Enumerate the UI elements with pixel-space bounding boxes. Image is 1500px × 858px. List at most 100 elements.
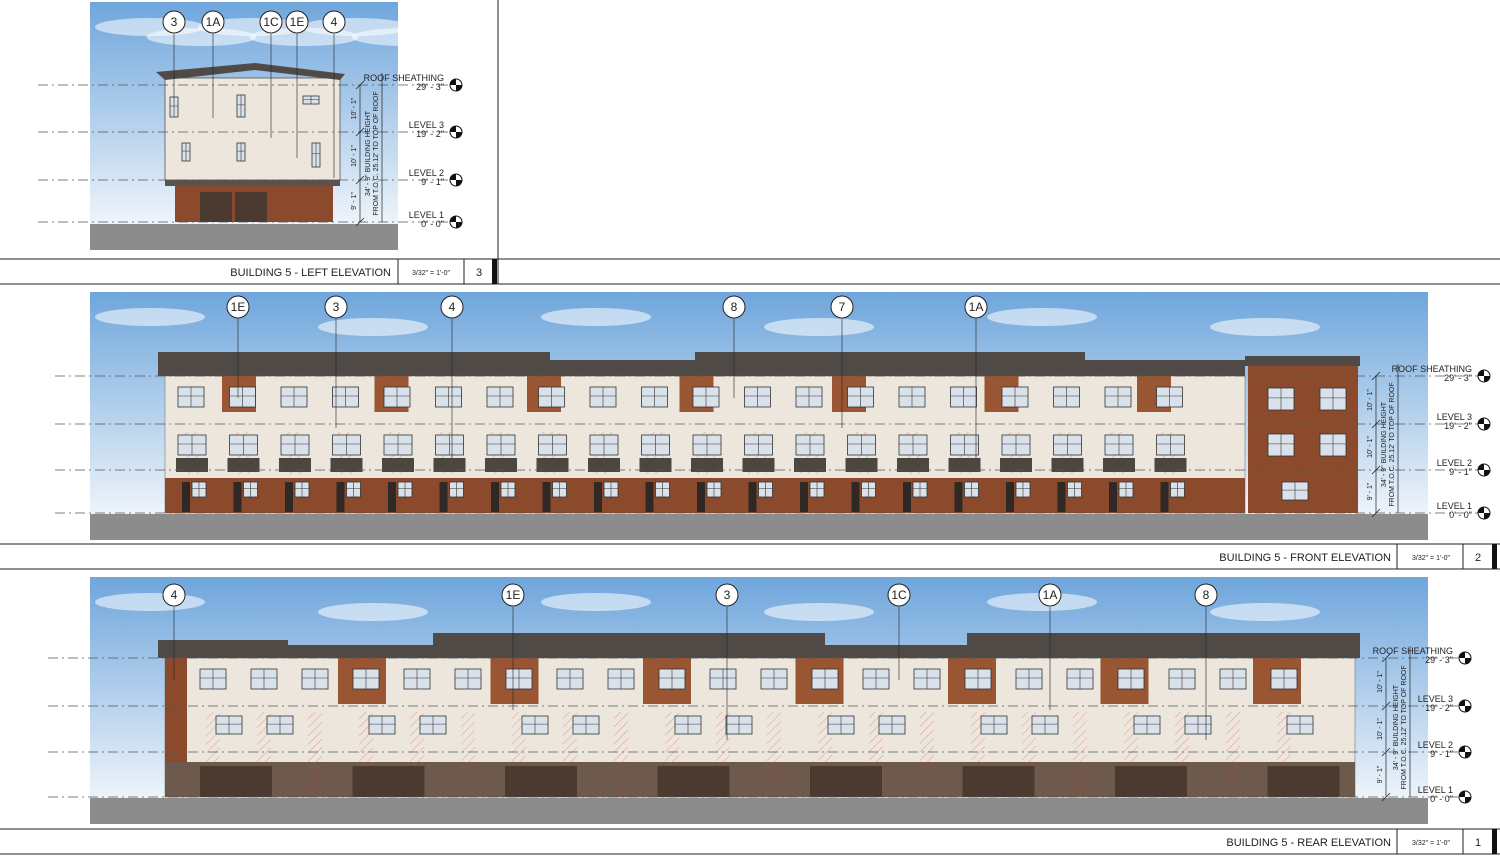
roof-segment <box>1085 360 1245 376</box>
height-note: FROM T.O.C. 25.12' TO TOP OF ROOF <box>1389 382 1396 506</box>
keynote-tag-label: 1E <box>290 15 305 29</box>
cloud <box>764 603 874 621</box>
hatch-panel <box>461 712 475 796</box>
entry-door <box>285 482 293 512</box>
keynote-tag-label: 4 <box>449 300 456 314</box>
dimension-text: 10' - 1" <box>1377 718 1384 740</box>
title-bar-marker <box>492 259 497 284</box>
hatch-panel <box>614 712 628 796</box>
view-title: BUILDING 5 - FRONT ELEVATION <box>1219 552 1391 564</box>
garage-door <box>200 766 272 797</box>
keynote-tag-label: 1A <box>1043 588 1058 602</box>
entry-door <box>1109 482 1117 512</box>
view-scale: 3/32" = 1'-0" <box>1412 840 1451 847</box>
view-number: 1 <box>1475 837 1481 849</box>
cloud <box>764 318 874 336</box>
level-elevation: 29' - 3" <box>1444 373 1472 383</box>
height-note: 34' - 9" BUILDING HEIGHT <box>1393 684 1400 770</box>
garage-door <box>505 766 577 797</box>
ground <box>90 514 1428 540</box>
entry-door <box>388 482 396 512</box>
height-note: 34' - 9" BUILDING HEIGHT <box>365 110 372 196</box>
level-elevation: 0' - 0" <box>1430 794 1453 804</box>
roof-segment <box>158 352 550 376</box>
hatch-panel <box>1226 712 1240 796</box>
entry-door <box>645 482 654 512</box>
level-elevation: 29' - 3" <box>1425 655 1453 665</box>
cloud <box>95 593 205 611</box>
keynote-tag-label: 4 <box>331 15 338 29</box>
view-scale: 3/32" = 1'-0" <box>1412 555 1451 562</box>
roof-segment <box>1245 356 1360 366</box>
entry-door <box>800 482 808 512</box>
left-elevation-drawing: 3 1A 1C 1E 4ROOF SHEATHING29' - 3"LEVEL 319'… <box>38 2 463 250</box>
entry-door <box>336 482 345 512</box>
entry-door <box>697 482 705 512</box>
view-title: BUILDING 5 - LEFT ELEVATION <box>230 267 391 279</box>
rear-elevation-title-block: BUILDING 5 - REAR ELEVATION 3/32" = 1'-0… <box>1226 837 1481 849</box>
view-number: 3 <box>476 267 482 279</box>
entry-door <box>182 482 190 512</box>
garage-door <box>810 766 882 797</box>
entry-door <box>233 482 242 512</box>
level-elevation: 9' - 1" <box>421 177 444 187</box>
cloud <box>1210 318 1320 336</box>
level-elevation: 0' - 0" <box>1449 510 1472 520</box>
roof-segment <box>967 633 1360 658</box>
entry-door <box>903 482 911 512</box>
keynote-tag-label: 1A <box>206 15 221 29</box>
entry-door <box>439 482 448 512</box>
dimension-text: 10' - 1" <box>351 145 358 167</box>
height-note: 34' - 9" BUILDING HEIGHT <box>1381 401 1388 487</box>
entry-door <box>542 482 551 512</box>
cloud <box>987 308 1097 326</box>
ground <box>90 798 1428 824</box>
keynote-tag-label: 7 <box>839 300 846 314</box>
entry-door <box>1057 482 1066 512</box>
roof-segment <box>695 352 1085 376</box>
entry-door <box>954 482 963 512</box>
hatch-panel <box>1073 712 1087 796</box>
dimension-text: 10' - 1" <box>1377 671 1384 693</box>
dimension-text: 9' - 1" <box>1377 765 1384 783</box>
title-bar-marker <box>1492 544 1497 569</box>
dimension-text: 10' - 1" <box>1367 436 1374 458</box>
roof-segment <box>825 645 967 658</box>
keynote-tag-label: 8 <box>1203 588 1210 602</box>
cloud <box>1210 603 1320 621</box>
level-elevation: 0' - 0" <box>421 219 444 229</box>
cloud <box>318 318 428 336</box>
drawing-sheet: BUILDING 5 - LEFT ELEVATION 3/32" = 1'-0… <box>0 0 1500 855</box>
floor-band <box>165 180 340 186</box>
front-elevation-title-block: BUILDING 5 - FRONT ELEVATION 3/32" = 1'-… <box>1219 552 1481 564</box>
cloud <box>541 308 651 326</box>
garage-door <box>200 192 232 222</box>
garage-door <box>962 766 1035 797</box>
hatch-panel <box>308 712 322 796</box>
level-elevation: 29' - 3" <box>416 82 444 92</box>
height-note: FROM T.O.C. 25.12' TO TOP OF ROOF <box>1401 665 1408 789</box>
level-elevation: 19' - 2" <box>416 129 444 139</box>
roof-segment <box>433 633 825 658</box>
cloud <box>351 28 462 46</box>
dimension-text: 9' - 1" <box>351 192 358 210</box>
garage-door <box>352 766 425 797</box>
roof-segment <box>550 360 695 376</box>
keynote-tag-label: 1E <box>506 588 521 602</box>
entry-door <box>1006 482 1014 512</box>
keynote-tag-label: 1A <box>969 300 984 314</box>
keynote-tag-label: 3 <box>724 588 731 602</box>
keynote-tag-label: 3 <box>171 15 178 29</box>
keynote-tag-label: 3 <box>333 300 340 314</box>
keynote-tag-label: 4 <box>171 588 178 602</box>
entry-door <box>1160 482 1169 512</box>
entry-door <box>851 482 860 512</box>
garage-door <box>657 766 730 797</box>
level-elevation: 9' - 1" <box>1430 749 1453 759</box>
view-scale: 3/32" = 1'-0" <box>412 270 451 277</box>
keynote-tag-label: 8 <box>731 300 738 314</box>
height-note: FROM T.O.C. 25.12' TO TOP OF ROOF <box>373 91 380 215</box>
entry-door <box>594 482 602 512</box>
garage-door <box>1267 766 1340 797</box>
cloud <box>95 308 205 326</box>
